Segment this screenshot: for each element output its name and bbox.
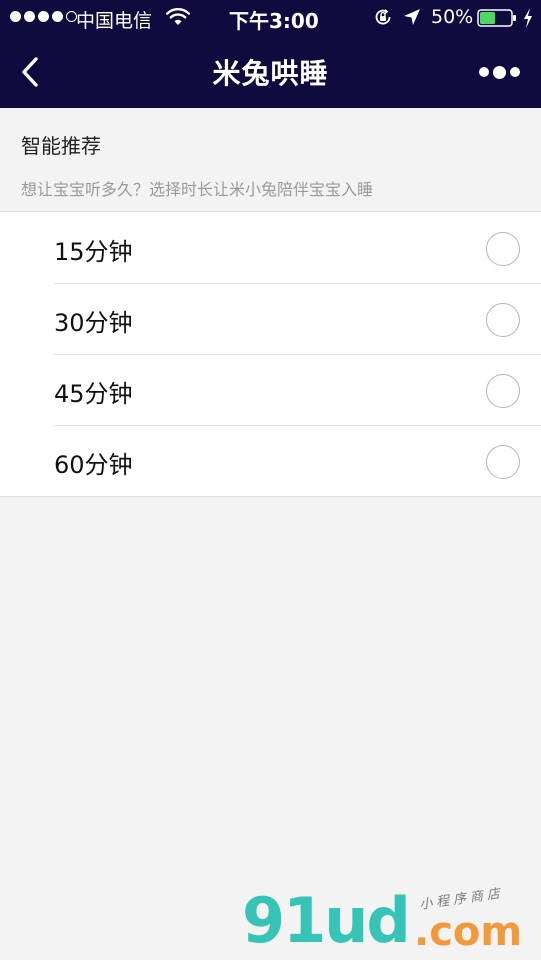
signal-dot (52, 11, 63, 22)
orientation-lock-icon (375, 9, 391, 25)
duration-option-15[interactable]: 15分钟 (0, 212, 541, 283)
watermark-logo: 91ud (242, 884, 411, 957)
status-bar: 中国电信 下午3:00 50% (0, 0, 541, 36)
duration-option-30[interactable]: 30分钟 (0, 283, 541, 354)
option-label: 30分钟 (54, 309, 133, 337)
watermark: 91ud 小程序商店 .com (242, 884, 532, 957)
nav-bar: 米兔哄睡 (0, 36, 541, 108)
more-dots-icon (492, 65, 506, 79)
more-dots-icon (478, 67, 489, 77)
signal-dot (38, 11, 49, 22)
duration-option-45[interactable]: 45分钟 (0, 354, 541, 425)
signal-dot (24, 11, 35, 22)
carrier-name: 中国电信 (76, 10, 153, 32)
radio-button[interactable] (486, 445, 520, 479)
status-time: 下午3:00 (229, 9, 319, 33)
duration-option-60[interactable]: 60分钟 (0, 425, 541, 496)
more-button[interactable] (474, 56, 524, 88)
option-label: 45分钟 (54, 380, 133, 408)
section-description: 想让宝宝听多久？选择时长让米小兔陪伴宝宝入睡 (21, 180, 374, 199)
watermark-domain: .com (414, 909, 523, 955)
signal-dot (10, 11, 21, 22)
page-title: 米兔哄睡 (212, 57, 329, 90)
location-arrow-icon (404, 9, 420, 25)
duration-option-list: 15分钟 30分钟 45分钟 60分钟 (0, 211, 541, 497)
battery-icon (477, 9, 516, 27)
option-label: 60分钟 (54, 451, 133, 479)
section-title: 智能推荐 (21, 134, 101, 158)
charging-bolt-icon (524, 8, 532, 28)
radio-button[interactable] (486, 303, 520, 337)
signal-dots-icon (10, 11, 77, 22)
battery-percent: 50% (431, 6, 474, 28)
radio-button[interactable] (486, 232, 520, 266)
more-dots-icon (509, 67, 520, 77)
option-label: 15分钟 (54, 238, 133, 266)
top-bar: 中国电信 下午3:00 50% 米兔哄睡 (0, 0, 541, 108)
wifi-icon (166, 8, 190, 25)
radio-button[interactable] (486, 374, 520, 408)
